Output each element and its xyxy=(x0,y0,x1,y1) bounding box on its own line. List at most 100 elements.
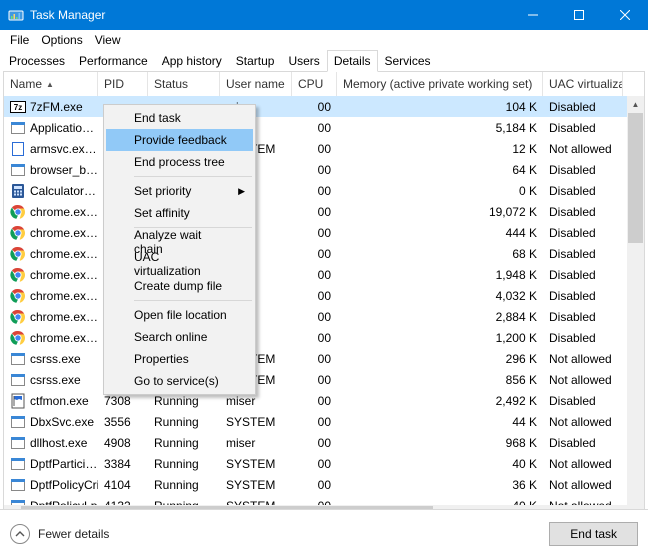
process-row[interactable]: chrome.ex…miser001,948 KDisabled xyxy=(4,264,644,285)
process-uac: Disabled xyxy=(543,100,623,114)
context-menu-item[interactable]: Go to service(s) xyxy=(106,370,253,392)
process-name: chrome.ex… xyxy=(30,331,98,345)
end-task-button[interactable]: End task xyxy=(549,522,638,546)
process-row[interactable]: DptfPolicyCri…4104RunningSYSTEM0036 KNot… xyxy=(4,474,644,495)
tab-app-history[interactable]: App history xyxy=(155,50,229,72)
process-cpu: 00 xyxy=(292,457,337,471)
process-status: Running xyxy=(148,415,220,429)
process-row[interactable]: csrss.exeSYSTEM00856 KNot allowed xyxy=(4,369,644,390)
context-menu-item[interactable]: End process tree xyxy=(106,151,253,173)
menu-file[interactable]: File xyxy=(4,31,35,49)
menu-view[interactable]: View xyxy=(89,31,127,49)
col-memory[interactable]: Memory (active private working set) xyxy=(337,72,543,96)
minimize-button[interactable] xyxy=(510,0,556,30)
context-menu-item[interactable]: UAC virtualization xyxy=(106,253,253,275)
process-mem: 1,200 K xyxy=(337,331,543,345)
process-name: chrome.ex… xyxy=(30,268,98,282)
process-icon xyxy=(10,183,26,199)
process-name: chrome.ex… xyxy=(30,205,98,219)
process-mem: 296 K xyxy=(337,352,543,366)
process-icon xyxy=(10,225,26,241)
process-cpu: 00 xyxy=(292,142,337,156)
col-status[interactable]: Status xyxy=(148,72,220,96)
tab-processes[interactable]: Processes xyxy=(2,50,72,72)
process-icon xyxy=(10,120,26,136)
menu-options[interactable]: Options xyxy=(35,31,88,49)
tab-details[interactable]: Details xyxy=(327,50,378,72)
process-user: miser xyxy=(220,394,292,408)
tab-services[interactable]: Services xyxy=(378,50,438,72)
process-row[interactable]: Applicatio…miser005,184 KDisabled xyxy=(4,117,644,138)
process-icon xyxy=(10,393,26,409)
process-name: 7zFM.exe xyxy=(30,100,83,114)
process-row[interactable]: chrome.ex…miser0019,072 KDisabled xyxy=(4,201,644,222)
process-cpu: 00 xyxy=(292,373,337,387)
col-username[interactable]: User name xyxy=(220,72,292,96)
col-name[interactable]: Name▲ xyxy=(4,72,98,96)
process-uac: Disabled xyxy=(543,394,623,408)
process-mem: 68 K xyxy=(337,247,543,261)
close-button[interactable] xyxy=(602,0,648,30)
process-row[interactable]: DbxSvc.exe3556RunningSYSTEM0044 KNot all… xyxy=(4,411,644,432)
process-list: 7z7zFM.exemiser00104 KDisabledApplicatio… xyxy=(4,96,644,522)
submenu-arrow-icon: ▶ xyxy=(238,186,245,197)
process-row[interactable]: DptfPartici…3384RunningSYSTEM0040 KNot a… xyxy=(4,453,644,474)
process-row[interactable]: 7z7zFM.exemiser00104 KDisabled xyxy=(4,96,644,117)
context-menu-item[interactable]: Search online xyxy=(106,326,253,348)
process-mem: 0 K xyxy=(337,184,543,198)
process-row[interactable]: chrome.ex…miser004,032 KDisabled xyxy=(4,285,644,306)
context-menu-item[interactable]: Provide feedback xyxy=(106,129,253,151)
process-cpu: 00 xyxy=(292,415,337,429)
process-row[interactable]: chrome.ex…miser002,884 KDisabled xyxy=(4,306,644,327)
context-menu-item[interactable]: Set affinity xyxy=(106,202,253,224)
context-menu-item[interactable]: End task xyxy=(106,107,253,129)
process-uac: Disabled xyxy=(543,310,623,324)
process-user: SYSTEM xyxy=(220,478,292,492)
process-row[interactable]: armsvc.ex…SYSTEM0012 KNot allowed xyxy=(4,138,644,159)
process-row[interactable]: Calculator…miser000 KDisabled xyxy=(4,180,644,201)
process-cpu: 00 xyxy=(292,268,337,282)
vertical-scrollbar[interactable]: ▲ ▼ xyxy=(627,96,644,526)
process-uac: Not allowed xyxy=(543,142,623,156)
tab-users[interactable]: Users xyxy=(281,50,326,72)
scroll-up-button[interactable]: ▲ xyxy=(627,96,644,113)
process-icon xyxy=(10,141,26,157)
vertical-scroll-thumb[interactable] xyxy=(628,113,643,243)
process-row[interactable]: chrome.ex…miser0068 KDisabled xyxy=(4,243,644,264)
process-icon: 7z xyxy=(10,99,26,115)
process-cpu: 00 xyxy=(292,331,337,345)
context-menu-item[interactable]: Set priority▶ xyxy=(106,180,253,202)
process-uac: Not allowed xyxy=(543,415,623,429)
process-user: miser xyxy=(220,436,292,450)
process-mem: 104 K xyxy=(337,100,543,114)
context-menu-item[interactable]: Create dump file xyxy=(106,275,253,297)
process-icon xyxy=(10,246,26,262)
process-cpu: 00 xyxy=(292,478,337,492)
process-pid: 7308 xyxy=(98,394,148,408)
process-cpu: 00 xyxy=(292,184,337,198)
tab-startup[interactable]: Startup xyxy=(229,50,282,72)
context-menu-item[interactable]: Properties xyxy=(106,348,253,370)
process-row[interactable]: dllhost.exe4908Runningmiser00968 KDisabl… xyxy=(4,432,644,453)
process-mem: 4,032 K xyxy=(337,289,543,303)
col-pid[interactable]: PID xyxy=(98,72,148,96)
process-name: ctfmon.exe xyxy=(30,394,89,408)
process-row[interactable]: browser_b…miser0064 KDisabled xyxy=(4,159,644,180)
process-name: DbxSvc.exe xyxy=(30,415,94,429)
process-name: csrss.exe xyxy=(30,352,81,366)
tab-performance[interactable]: Performance xyxy=(72,50,155,72)
col-cpu[interactable]: CPU xyxy=(292,72,337,96)
process-row[interactable]: ctfmon.exe7308Runningmiser002,492 KDisab… xyxy=(4,390,644,411)
process-status: Running xyxy=(148,394,220,408)
process-mem: 444 K xyxy=(337,226,543,240)
process-row[interactable]: chrome.ex…miser001,200 KDisabled xyxy=(4,327,644,348)
process-uac: Disabled xyxy=(543,163,623,177)
process-row[interactable]: csrss.exeSYSTEM00296 KNot allowed xyxy=(4,348,644,369)
process-uac: Disabled xyxy=(543,121,623,135)
process-cpu: 00 xyxy=(292,100,337,114)
context-menu-item[interactable]: Open file location xyxy=(106,304,253,326)
col-uac[interactable]: UAC virtualiza xyxy=(543,72,623,96)
fewer-details-button[interactable]: Fewer details xyxy=(10,524,109,544)
maximize-button[interactable] xyxy=(556,0,602,30)
process-row[interactable]: chrome.ex…miser00444 KDisabled xyxy=(4,222,644,243)
